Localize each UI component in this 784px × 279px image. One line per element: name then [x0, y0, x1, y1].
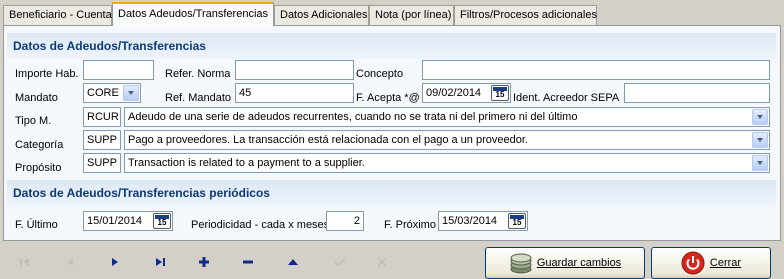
- tipo-m-label: Tipo M.: [15, 115, 52, 127]
- section-title-adeudos: Datos de Adeudos/Transferencias: [7, 33, 776, 59]
- f-ultimo-value: 15/01/2014: [87, 215, 143, 227]
- mandato-select[interactable]: CORE: [83, 83, 141, 103]
- chevron-down-icon[interactable]: [752, 132, 768, 148]
- ident-acreedor-label: Ident. Acreedor SEPA: [513, 92, 620, 104]
- calendar-icon[interactable]: 15: [153, 213, 171, 229]
- tab-datos-adeudos-transferencias[interactable]: Datos Adeudos/Transferencias: [112, 2, 274, 26]
- power-close-icon: [681, 251, 705, 275]
- save-button[interactable]: Guardar cambios: [485, 247, 645, 279]
- tipo-m-code-input[interactable]: RCUR: [83, 107, 121, 127]
- refer-norma-label: Refer. Norma: [165, 68, 231, 80]
- f-acepta-value: 09/02/2014: [426, 87, 482, 99]
- f-proximo-date-input[interactable]: 15/03/2014 15: [438, 211, 528, 231]
- calendar-icon[interactable]: 15: [491, 85, 509, 101]
- add-record-icon[interactable]: [194, 252, 214, 272]
- f-acepta-date-input[interactable]: 09/02/2014 15: [422, 83, 511, 103]
- importe-hab-input[interactable]: [83, 60, 154, 80]
- categoria-select[interactable]: Pago a proveedores. La transacción está …: [124, 130, 770, 150]
- proposito-select[interactable]: Transaction is related to a payment to a…: [124, 153, 770, 173]
- tab-panel: Datos de Adeudos/Transferencias Importe …: [3, 25, 781, 241]
- proposito-code-input[interactable]: SUPP: [83, 153, 121, 173]
- tab-beneficiario-cuenta[interactable]: Beneficiario - Cuenta: [3, 5, 112, 25]
- categoria-label: Categoría: [15, 139, 64, 151]
- f-proximo-value: 15/03/2014: [442, 215, 498, 227]
- f-proximo-label: F. Próximo: [384, 219, 436, 231]
- concepto-input[interactable]: [422, 60, 770, 80]
- first-record-icon[interactable]: [14, 252, 34, 272]
- chevron-down-icon[interactable]: [752, 155, 768, 171]
- ref-mandato-label: Ref. Mandato: [165, 92, 232, 104]
- categoria-code-input[interactable]: SUPP: [83, 130, 121, 150]
- periodicidad-input[interactable]: 2: [326, 211, 364, 231]
- close-button[interactable]: Cerrar: [651, 247, 771, 279]
- save-coins-icon: [510, 253, 532, 274]
- proposito-description: Transaction is related to a payment to a…: [128, 157, 365, 169]
- up-icon[interactable]: [283, 252, 303, 272]
- tab-filtros-procesos-adicionales[interactable]: Filtros/Procesos adicionales: [454, 5, 597, 25]
- periodicidad-label: Periodicidad - cada x meses: [191, 219, 330, 231]
- categoria-description: Pago a proveedores. La transacción está …: [128, 134, 528, 146]
- importe-hab-label: Importe Hab.: [15, 68, 79, 80]
- tipo-m-select[interactable]: Adeudo de una serie de adeudos recurrent…: [124, 107, 770, 127]
- proposito-label: Propósito: [15, 162, 62, 174]
- tab-bar: Beneficiario - Cuenta Datos Adeudos/Tran…: [0, 0, 784, 26]
- last-record-icon[interactable]: [150, 252, 170, 272]
- f-acepta-label: F. Acepta *@: [356, 92, 420, 104]
- tab-nota-por-linea[interactable]: Nota (por línea): [369, 5, 454, 25]
- tipo-m-description: Adeudo de una serie de adeudos recurrent…: [128, 111, 578, 123]
- refer-norma-input[interactable]: [235, 60, 354, 80]
- f-ultimo-date-input[interactable]: 15/01/2014 15: [83, 211, 173, 231]
- mandato-value: CORE: [87, 87, 119, 99]
- mandato-label: Mandato: [15, 92, 58, 104]
- close-button-label: Cerrar: [709, 257, 742, 269]
- prev-record-icon[interactable]: [60, 252, 80, 272]
- ident-acreedor-input[interactable]: [624, 83, 770, 103]
- confirm-icon[interactable]: [330, 252, 350, 272]
- cancel-icon[interactable]: [372, 252, 392, 272]
- f-ultimo-label: F. Último: [15, 219, 58, 231]
- section-title-periodicos: Datos de Adeudos/Transferencias periódic…: [7, 180, 776, 206]
- next-record-icon[interactable]: [105, 252, 125, 272]
- save-button-label: Guardar cambios: [536, 257, 622, 269]
- delete-record-icon[interactable]: [238, 252, 258, 272]
- chevron-down-icon[interactable]: [752, 109, 768, 125]
- chevron-down-icon[interactable]: [123, 85, 139, 101]
- ref-mandato-input[interactable]: 45: [235, 83, 354, 103]
- calendar-icon[interactable]: 15: [508, 213, 526, 229]
- concepto-label: Concepto: [356, 68, 404, 80]
- tab-datos-adicionales[interactable]: Datos Adicionales: [274, 5, 369, 25]
